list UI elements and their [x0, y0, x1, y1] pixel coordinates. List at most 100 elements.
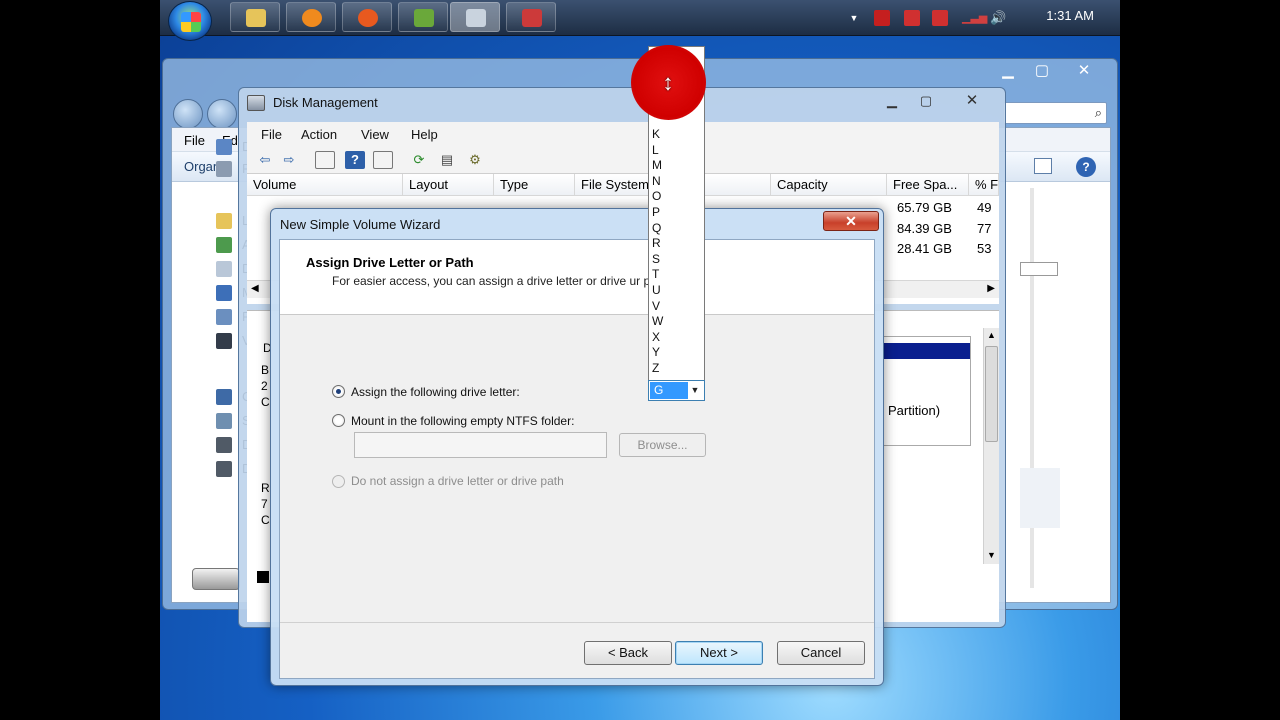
maximize-icon[interactable]: ▢	[1025, 61, 1059, 81]
close-button[interactable]: ✕	[823, 211, 879, 231]
taskbar-red-app-button[interactable]	[506, 2, 556, 32]
drive-letter-option[interactable]: M	[652, 158, 662, 172]
computer-icon	[216, 389, 232, 405]
column-layout[interactable]: Layout	[403, 174, 494, 196]
drive-letter-option[interactable]: V	[652, 299, 660, 313]
help-icon[interactable]: ?	[1076, 157, 1096, 177]
network-icon[interactable]: ▁▃▅	[962, 10, 987, 26]
forward-arrow-icon[interactable]: ⇨	[279, 151, 299, 169]
scroll-left-icon[interactable]: ◀	[251, 283, 259, 294]
close-icon[interactable]: ✕	[1067, 61, 1101, 81]
taskbar-disk-management-button[interactable]	[450, 2, 500, 32]
drive-letter-option[interactable]: Q	[652, 221, 661, 235]
search-input[interactable]: ⌕	[1003, 102, 1107, 124]
tray-security-icon[interactable]	[932, 10, 948, 26]
disk-management-menubar: File Action View Help	[247, 122, 999, 146]
vertical-scrollbar[interactable]: ▲ ▼	[983, 328, 999, 564]
menu-action[interactable]: Action	[301, 127, 337, 142]
taskbar-media-button[interactable]	[286, 2, 336, 32]
maximize-icon[interactable]: ▢	[913, 92, 939, 110]
tray-flag-icon[interactable]	[904, 10, 920, 26]
divider	[280, 622, 874, 623]
forward-nav-button[interactable]	[207, 99, 237, 129]
folder-path-input[interactable]	[354, 432, 607, 458]
taskbar-explorer-button[interactable]	[230, 2, 280, 32]
recent-icon	[216, 161, 232, 177]
scroll-thumb[interactable]	[985, 346, 998, 442]
mount-folder-label[interactable]: Mount in the following empty NTFS folder…	[351, 414, 574, 428]
drive-icon	[216, 437, 232, 453]
drive-letter-option[interactable]: O	[652, 189, 661, 203]
no-letter-label[interactable]: Do not assign a drive letter or drive pa…	[351, 474, 564, 488]
column-free-space[interactable]: Free Spa...	[887, 174, 969, 196]
disk-label: C	[261, 395, 270, 409]
scrollbar[interactable]	[1030, 188, 1034, 588]
column-percent-free[interactable]: % F	[969, 174, 999, 196]
no-letter-radio[interactable]	[332, 475, 345, 488]
back-arrow-icon[interactable]: ⇦	[255, 151, 275, 169]
documents-icon	[216, 261, 232, 277]
drive-letter-option[interactable]: Y	[652, 345, 660, 359]
scroll-up-icon[interactable]: ▲	[987, 330, 996, 340]
back-nav-button[interactable]	[173, 99, 203, 129]
drive-letter-option[interactable]: Z	[652, 361, 659, 375]
drive-letter-option[interactable]: W	[652, 314, 663, 328]
folder-icon	[216, 139, 232, 155]
back-button[interactable]: < Back	[584, 641, 672, 665]
drive-letter-option[interactable]: X	[652, 330, 660, 344]
disk-label: 7	[261, 497, 268, 511]
disk-management-icon	[247, 95, 265, 111]
next-button[interactable]: Next >	[675, 641, 763, 665]
partition-block[interactable]: Partition)	[883, 336, 971, 446]
disk-icon	[466, 9, 486, 27]
legend-swatch	[257, 571, 269, 583]
drive-letter-option[interactable]: S	[652, 252, 660, 266]
browse-button[interactable]: Browse...	[619, 433, 706, 457]
drive-letter-select[interactable]: G ▼	[648, 380, 705, 401]
drive-letter-option[interactable]: K	[652, 127, 660, 141]
drive-letter-option[interactable]: N	[652, 174, 661, 188]
close-icon[interactable]: ✕	[959, 92, 985, 110]
taskbar-firefox-button[interactable]	[342, 2, 392, 32]
free-space-value: 28.41 GB	[897, 241, 952, 256]
scroll-right-icon[interactable]: ▶	[987, 283, 995, 294]
drive-letter-option[interactable]: L	[652, 143, 659, 157]
assign-letter-label[interactable]: Assign the following drive letter:	[351, 385, 520, 399]
cancel-button[interactable]: Cancel	[777, 641, 865, 665]
minimize-icon[interactable]: ▁	[879, 92, 905, 110]
tray-expand-icon[interactable]: ▼	[846, 10, 862, 26]
properties-icon[interactable]	[373, 151, 393, 169]
start-button[interactable]	[168, 1, 212, 41]
app-icon	[414, 9, 434, 27]
help-icon[interactable]: ?	[345, 151, 365, 169]
column-volume[interactable]: Volume	[247, 174, 403, 196]
minimize-icon[interactable]: ▁	[991, 61, 1025, 81]
drive-letter-option[interactable]: P	[652, 205, 660, 219]
taskbar-green-app-button[interactable]	[398, 2, 448, 32]
tray-app-icon[interactable]	[874, 10, 890, 26]
mount-folder-radio[interactable]	[332, 414, 345, 427]
volume-icon[interactable]: 🔊	[990, 10, 1006, 26]
drive-letter-option[interactable]: R	[652, 236, 661, 250]
folder-icon	[246, 9, 266, 27]
console-tree-icon[interactable]	[315, 151, 335, 169]
menu-file[interactable]: File	[261, 127, 282, 142]
drive-letter-option[interactable]: U	[652, 283, 661, 297]
menu-view[interactable]: View	[361, 127, 389, 142]
settings-icon[interactable]: ⚙	[465, 151, 485, 169]
percent-free-value: 77	[977, 221, 992, 236]
rescan-icon[interactable]: ▤	[437, 151, 457, 169]
assign-letter-radio[interactable]	[332, 385, 345, 398]
clock[interactable]: 1:31 AM	[1046, 8, 1094, 23]
drive-letter-option[interactable]: T	[652, 267, 659, 281]
drive-image	[192, 568, 240, 590]
menu-help[interactable]: Help	[411, 127, 438, 142]
wizard-content: Assign Drive Letter or Path For easier a…	[279, 239, 875, 679]
view-pane-icon[interactable]	[1034, 158, 1052, 174]
scroll-down-icon[interactable]: ▼	[987, 550, 996, 560]
partition-label: Partition)	[888, 403, 941, 418]
column-capacity[interactable]: Capacity	[771, 174, 887, 196]
column-type[interactable]: Type	[494, 174, 575, 196]
chevron-down-icon[interactable]: ▼	[688, 383, 702, 398]
refresh-icon[interactable]: ⟳	[409, 151, 429, 169]
